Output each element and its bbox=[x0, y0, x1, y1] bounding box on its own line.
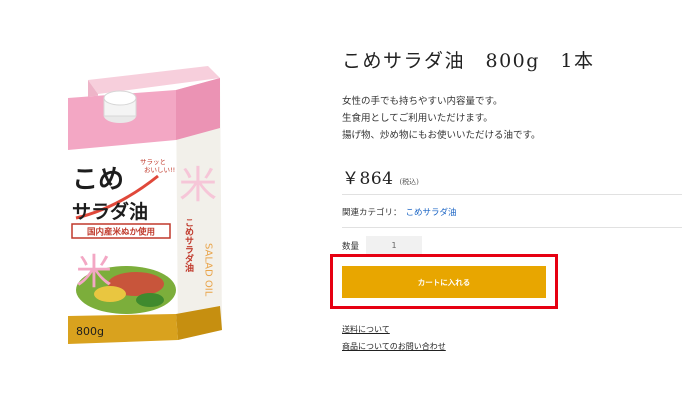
package-kanji-front: 米 bbox=[76, 252, 112, 293]
product-price: ￥864 bbox=[342, 169, 394, 189]
description-line: 揚げ物、炒め物にもお使いいただける油です。 bbox=[342, 130, 541, 141]
oil-carton-image: 米 こめサラダ油 SALAD OIL こめ サラダ油 サラッと おいしい!! 国… bbox=[68, 66, 222, 344]
package-name-line1: こめ bbox=[72, 165, 124, 195]
package-name-line2: サラダ油 bbox=[72, 200, 148, 223]
divider bbox=[342, 194, 682, 195]
category-link[interactable]: こめサラダ油 bbox=[406, 208, 457, 218]
product-description: 女性の手でも持ちやすい内容量です。 生食用としてご利用いただけます。 揚げ物、炒… bbox=[342, 93, 682, 144]
product-title: こめサラダ油 800g 1本 bbox=[342, 50, 595, 72]
add-to-cart-button[interactable]: カートに入れる bbox=[342, 266, 546, 298]
product-image: 米 こめサラダ油 SALAD OIL こめ サラダ油 サラッと おいしい!! 国… bbox=[58, 58, 228, 358]
divider bbox=[342, 227, 682, 228]
package-tagline-2: おいしい!! bbox=[144, 166, 175, 174]
tax-note: (税込) bbox=[399, 178, 419, 186]
product-inquiry-link[interactable]: 商品についてのお問い合わせ bbox=[342, 341, 446, 352]
package-origin-banner: 国内産米ぬか使用 bbox=[87, 227, 155, 238]
package-side-name: こめサラダ油 bbox=[183, 218, 194, 273]
category-label: 関連カテゴリ： bbox=[342, 208, 402, 218]
quantity-input[interactable] bbox=[366, 236, 422, 254]
quantity-label: 数量 bbox=[342, 242, 360, 252]
package-kanji-side: 米 bbox=[179, 163, 217, 207]
price-row: ￥864 (税込) bbox=[342, 164, 419, 189]
shipping-info-link[interactable]: 送料について bbox=[342, 324, 390, 335]
package-volume: 800g bbox=[76, 325, 104, 338]
package-tagline-1: サラッと bbox=[140, 158, 166, 166]
package-side-text: SALAD OIL bbox=[203, 243, 214, 297]
description-line: 女性の手でも持ちやすい内容量です。 bbox=[342, 96, 503, 107]
category-row: 関連カテゴリ： こめサラダ油 bbox=[342, 206, 457, 218]
description-line: 生食用としてご利用いただけます。 bbox=[342, 113, 493, 124]
